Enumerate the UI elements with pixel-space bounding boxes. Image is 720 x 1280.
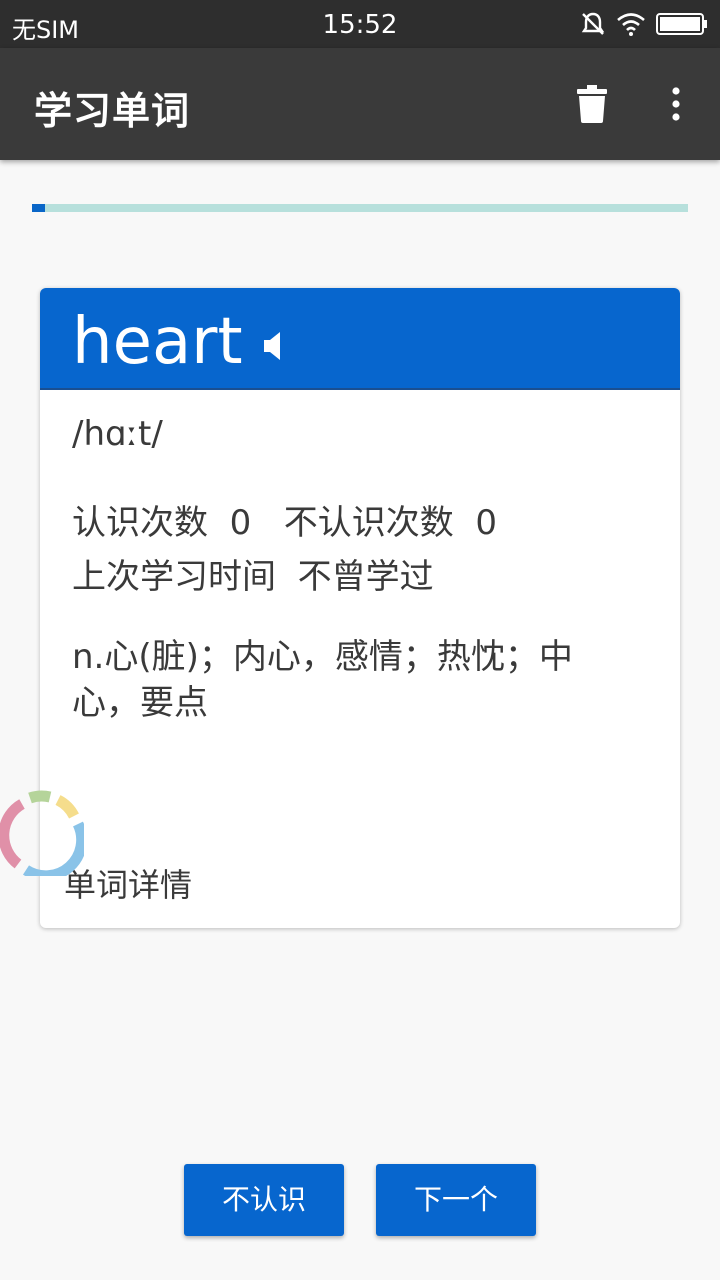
dont-know-button[interactable]: 不认识 [184,1164,344,1236]
word-card-header: heart [40,288,680,390]
known-count-value: 0 [229,503,252,543]
known-count-label: 认识次数 [72,503,208,543]
muted-bell-icon [581,12,605,35]
study-progress-fill [32,204,46,212]
word-meaning: n.心(脏)；内心，感情；热忱；中心，要点 [72,637,573,723]
word-text: heart [72,305,243,379]
phonetic-text: /hɑːt/ [72,414,163,454]
unknown-count-label: 不认识次数 [283,503,454,543]
unknown-count-value: 0 [475,503,497,543]
status-bar: 无SIM 15:52 [0,0,720,48]
battery-icon [656,13,707,35]
word-card: heart /hɑːt/ 认识次数 0 不认识次数 0 上次学习时间 不曾学过 … [40,288,680,928]
next-button[interactable]: 下一个 [376,1164,536,1236]
last-study-label: 上次学习时间 [72,557,276,597]
app-bar: 学习单词 [0,48,720,160]
page-title: 学习单词 [34,89,191,133]
more-vert-icon [672,87,680,121]
loading-spinner-icon [0,790,84,876]
trash-icon [577,85,607,123]
status-icons [580,10,708,38]
speaker-icon[interactable] [260,328,284,364]
wifi-icon [617,13,645,36]
last-study-value: 不曾学过 [297,557,434,597]
study-stats: 认识次数 0 不认识次数 0 上次学习时间 不曾学过 [72,496,497,604]
more-options-button[interactable] [656,78,696,130]
study-progress-bar [32,204,688,212]
delete-button[interactable] [566,78,618,130]
